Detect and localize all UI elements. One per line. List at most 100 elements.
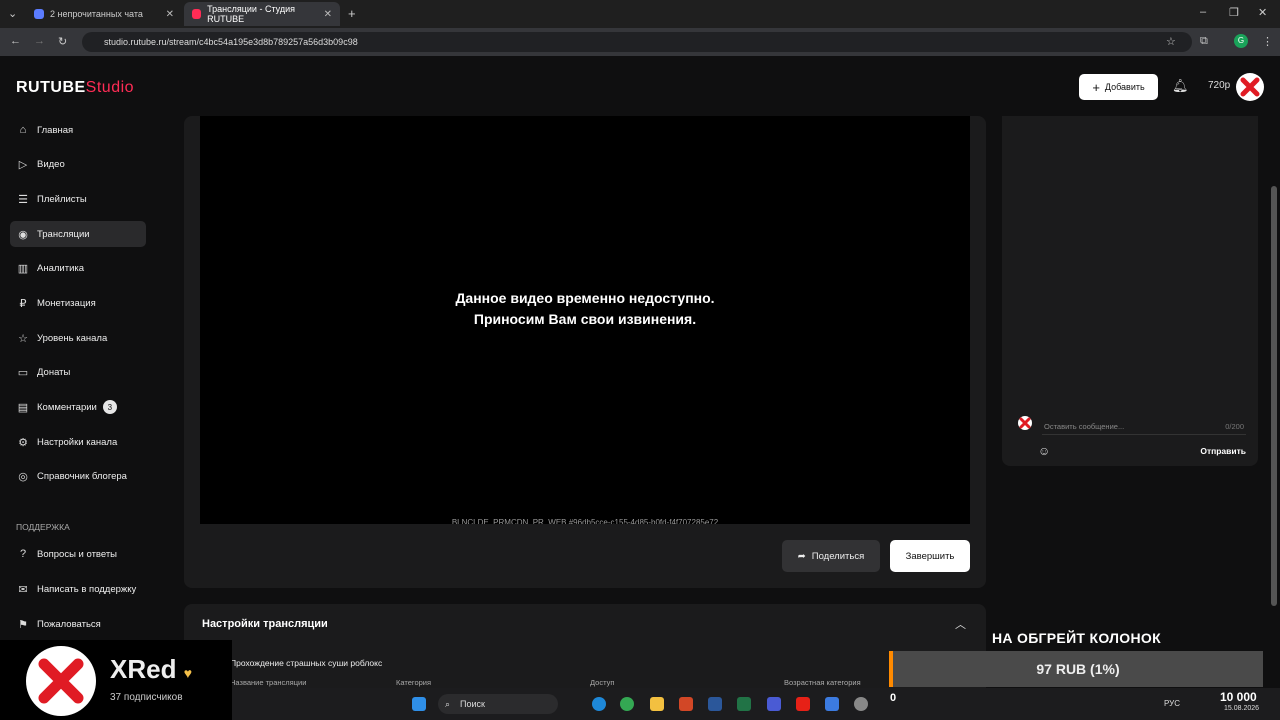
message-line-1: Данное видео временно недоступно. [455, 290, 715, 306]
sidebar-item-streams[interactable]: ◉ Трансляции [10, 221, 146, 247]
edge-icon[interactable] [592, 697, 606, 711]
sidebar-item-blogger-guide[interactable]: ◎ Справочник блогера [10, 463, 146, 489]
share-icon: ➦ [797, 550, 806, 562]
home-icon: ⌂ [19, 124, 27, 136]
logo-main: RUTUBE [16, 79, 86, 96]
chat-char-counter: 0/200 [1225, 422, 1244, 431]
close-window-icon[interactable]: ✕ [1258, 6, 1267, 19]
sidebar-item-faq[interactable]: ? Вопросы и ответы [10, 541, 146, 567]
end-button-label: Завершить [905, 550, 955, 562]
playlist-icon: ☰ [18, 193, 28, 206]
globe-icon: ◎ [18, 470, 28, 483]
overlay-number: 10 000 [1220, 690, 1257, 704]
sidebar-item-comments[interactable]: ▤ Комментарии 3 [10, 394, 146, 420]
comment-icon: ▤ [17, 401, 29, 414]
url-field[interactable]: studio.rutube.ru/stream/c4bc54a195e3d8b7… [82, 32, 1192, 52]
channel-name-text: XRed [110, 654, 177, 684]
tab-chats[interactable]: 2 непрочитанных чата ✕ [26, 4, 182, 24]
sidebar-item-label: Уровень канала [37, 332, 108, 344]
settings-title[interactable]: Настройки трансляции [202, 618, 328, 630]
sidebar-item-label: Справочник блогера [37, 470, 127, 482]
wallet-icon: ▭ [17, 366, 29, 379]
back-icon[interactable]: ← [10, 35, 21, 47]
column-stream-title: Название трансляции [230, 678, 307, 687]
obs-icon[interactable] [854, 697, 868, 711]
emoji-icon[interactable]: ☺ [1038, 444, 1050, 458]
sidebar-item-channel-level[interactable]: ☆ Уровень канала [10, 325, 146, 351]
message-line-2: Приносим Вам свои извинения. [473, 311, 697, 327]
stream-name-field[interactable]: Прохождение страшных суши роблокс [230, 658, 382, 668]
heart-icon: ♥ [183, 665, 193, 681]
chat-message-input[interactable]: Оставить сообщение... [1044, 422, 1124, 431]
bell-icon[interactable]: 🔔︎ [1172, 78, 1189, 94]
rutube-studio-logo[interactable]: RUTUBEStudio [16, 79, 134, 97]
search-icon: ⌕ [445, 699, 451, 709]
sidebar-item-channel-settings[interactable]: ⚙ Настройки канала [10, 429, 146, 455]
chevron-up-icon[interactable]: ︿ [955, 616, 966, 632]
taskbar-search[interactable]: ⌕ Поиск [438, 694, 558, 714]
plus-icon: + [1092, 79, 1100, 95]
video-unavailable-message: Данное видео временно недоступно. Принос… [200, 288, 970, 330]
sidebar-item-label: Настройки канала [37, 436, 118, 448]
app-icon[interactable] [767, 697, 781, 711]
sidebar-item-label: Трансляции [37, 228, 90, 240]
send-button[interactable]: Отправить [1200, 446, 1246, 456]
language-indicator[interactable]: РУС [1164, 699, 1180, 708]
add-button-label: Добавить [1104, 82, 1145, 92]
column-access: Доступ [590, 678, 615, 687]
donation-goal-title: НА ОБГРЕЙТ КОЛОНОК [992, 630, 1161, 646]
youtube-icon[interactable] [796, 697, 810, 711]
taskbar-date[interactable]: 15.08.2026 [1224, 705, 1259, 712]
extensions-icon[interactable]: ⧉ [1200, 35, 1208, 48]
sidebar-item-analytics[interactable]: ▥ Аналитика [10, 255, 146, 281]
quality-selector[interactable]: 720p [1208, 80, 1230, 91]
powerpoint-icon[interactable] [679, 697, 693, 711]
browser-address-bar: ← → ↻ studio.rutube.ru/stream/c4bc54a195… [0, 28, 1280, 56]
close-icon[interactable]: ✕ [166, 9, 174, 20]
sidebar-item-playlists[interactable]: ☰ Плейлисты [10, 186, 146, 212]
menu-icon[interactable]: ⋮ [1262, 35, 1273, 48]
chat-favicon-icon [34, 9, 44, 19]
sidebar-item-home[interactable]: ⌂ Главная [10, 117, 146, 143]
new-tab-icon[interactable]: + [348, 6, 356, 21]
windows-taskbar: ⌕ Поиск 0 РУС 10 000 15.08.2026 [232, 688, 1280, 720]
subscriber-count: 37 подписчиков [110, 692, 183, 703]
sidebar-item-report[interactable]: ⚑ Пожаловаться [10, 611, 146, 637]
close-icon[interactable]: ✕ [324, 9, 332, 20]
user-avatar[interactable] [1236, 73, 1264, 101]
sidebar-item-donations[interactable]: ▭ Донаты [10, 359, 146, 385]
forward-icon[interactable]: → [34, 35, 45, 47]
chrome-icon[interactable] [620, 697, 634, 711]
chat-input-divider [1042, 434, 1246, 435]
word-icon[interactable] [708, 697, 722, 711]
column-age-rating: Возрастная категория [784, 678, 861, 687]
x-logo-icon [38, 658, 84, 704]
chat-panel: Оставить сообщение... 0/200 ☺ Отправить [1002, 116, 1258, 466]
bookmark-star-icon[interactable]: ☆ [1166, 35, 1176, 48]
reload-icon[interactable]: ↻ [58, 35, 67, 48]
windows-start-icon[interactable] [412, 697, 426, 711]
end-stream-button[interactable]: Завершить [890, 540, 970, 572]
donation-goal-bar: 97 RUB (1%) [889, 651, 1263, 687]
tab-list-icon[interactable]: ⌄ [8, 7, 17, 20]
support-section-title: ПОДДЕРЖКА [16, 522, 70, 532]
sidebar-item-video[interactable]: ▷ Видео [10, 151, 146, 177]
video-player[interactable]: Данное видео временно недоступно. Принос… [200, 116, 970, 524]
add-button[interactable]: + Добавить [1079, 74, 1158, 100]
page-scrollbar[interactable] [1271, 186, 1277, 606]
maximize-icon[interactable]: ❐ [1229, 6, 1239, 19]
sidebar-item-monetization[interactable]: ₽ Монетизация [10, 290, 146, 316]
minimize-icon[interactable]: – [1200, 6, 1206, 18]
video-icon: ▷ [18, 158, 28, 171]
app2-icon[interactable] [825, 697, 839, 711]
search-label: Поиск [460, 699, 485, 709]
share-button[interactable]: ➦ Поделиться [782, 540, 880, 572]
flag-icon: ⚑ [18, 618, 28, 631]
profile-icon[interactable]: G [1234, 34, 1248, 48]
sidebar-item-contact-support[interactable]: ✉ Написать в поддержку [10, 576, 146, 602]
tab-streams[interactable]: Трансляции - Студия RUTUBE ✕ [184, 2, 340, 26]
channel-avatar [26, 646, 96, 716]
excel-icon[interactable] [737, 697, 751, 711]
folder-icon[interactable] [650, 697, 664, 711]
sidebar-item-label: Комментарии [37, 401, 97, 413]
